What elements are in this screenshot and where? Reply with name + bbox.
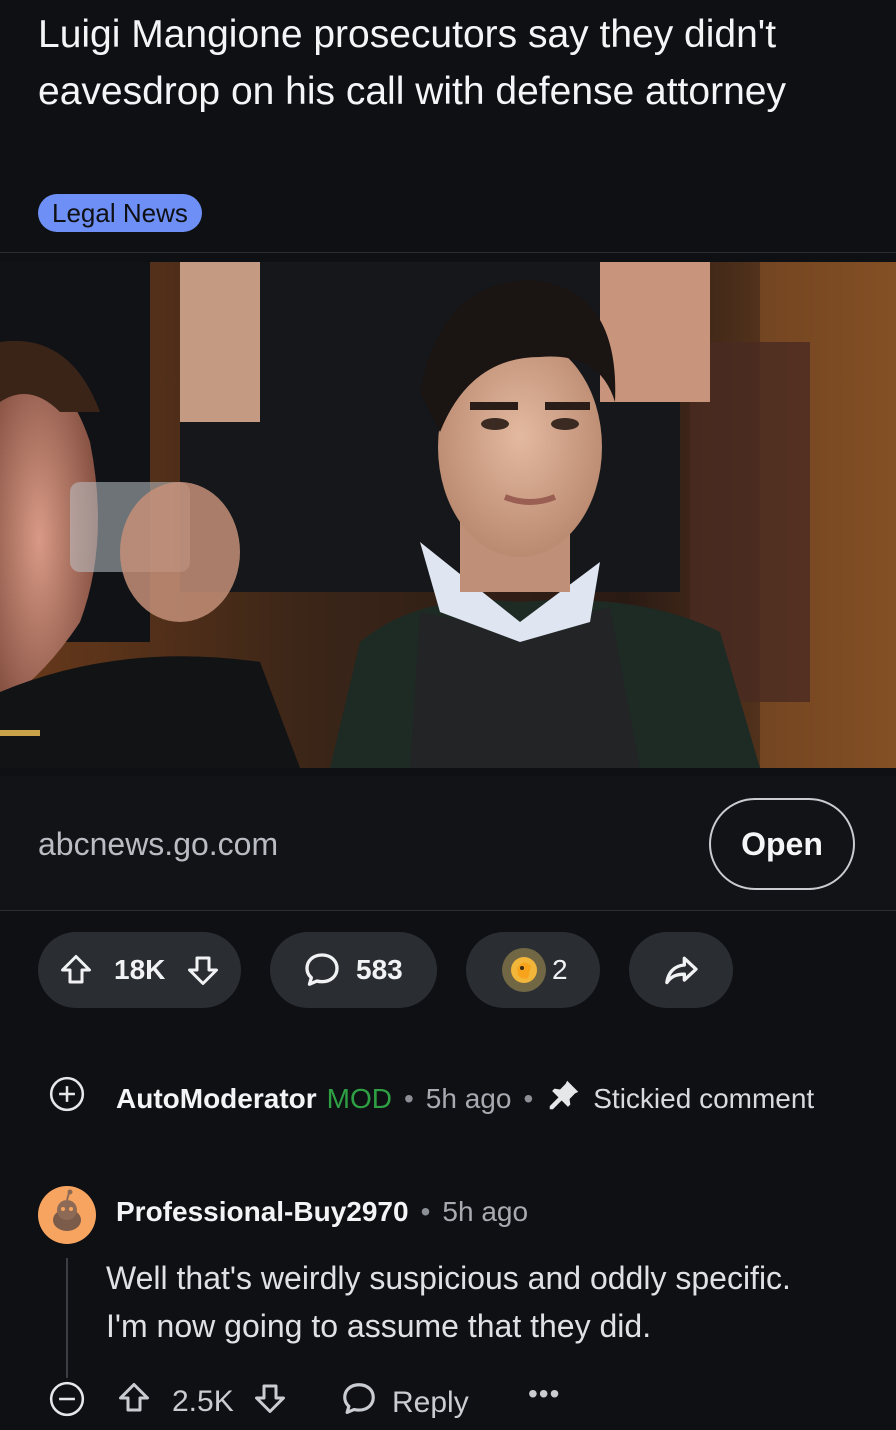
comment-time: 5h ago xyxy=(425,1082,512,1114)
post-image[interactable] xyxy=(0,262,896,768)
link-domain[interactable]: abcnews.go.com xyxy=(38,826,278,863)
pin-icon xyxy=(545,1076,583,1121)
comment-bubble-icon xyxy=(302,950,342,990)
upvote-icon[interactable] xyxy=(116,1380,152,1424)
reply-label: Reply xyxy=(392,1386,469,1419)
award-icon xyxy=(498,944,550,996)
comment-vote: 2.5K xyxy=(116,1380,288,1424)
comment-body: Well that's weirdly suspicious and oddly… xyxy=(106,1254,866,1350)
post-flair[interactable]: Legal News xyxy=(38,194,202,232)
post-title: Luigi Mangione prosecutors say they didn… xyxy=(38,13,786,113)
expand-comment-icon[interactable] xyxy=(48,1075,86,1118)
divider xyxy=(0,252,896,253)
separator-dot: • xyxy=(523,1082,534,1114)
more-options-icon[interactable]: ••• xyxy=(528,1378,560,1410)
comments-button[interactable]: 583 xyxy=(270,932,437,1008)
downvote-icon[interactable] xyxy=(185,952,221,988)
divider xyxy=(0,910,896,911)
thread-line[interactable] xyxy=(66,1258,68,1378)
comment-author[interactable]: AutoModerator xyxy=(116,1083,317,1115)
reply-bubble-icon xyxy=(340,1380,378,1426)
reply-button[interactable]: Reply xyxy=(340,1380,469,1426)
automod-comment-header[interactable]: AutoModerator MOD • 5h ago • Stickied co… xyxy=(116,1076,814,1121)
comment-body-line: I'm now going to assume that they did. xyxy=(106,1308,652,1344)
comment-body-line: Well that's weirdly suspicious and oddly… xyxy=(106,1260,791,1296)
vote-bar: 18K xyxy=(38,932,241,1008)
open-link-button[interactable]: Open xyxy=(709,798,855,890)
comment-count: 583 xyxy=(356,954,403,985)
share-button[interactable] xyxy=(629,932,733,1008)
award-count: 2 xyxy=(552,954,568,985)
upvote-icon[interactable] xyxy=(58,952,94,988)
post-score: 18K xyxy=(114,954,166,985)
share-icon xyxy=(661,950,701,990)
separator-dot: • xyxy=(420,1196,431,1227)
separator-dot: • xyxy=(403,1082,414,1114)
collapse-comment-icon[interactable] xyxy=(48,1380,86,1423)
comment-header[interactable]: Professional-Buy2970 • 5h ago xyxy=(116,1196,528,1228)
downvote-icon[interactable] xyxy=(252,1380,288,1424)
stickied-label: Stickied comment xyxy=(593,1082,815,1114)
mod-badge: MOD xyxy=(326,1082,392,1114)
comment-author[interactable]: Professional-Buy2970 xyxy=(116,1196,409,1228)
comment-score: 2.5K xyxy=(172,1385,234,1418)
avatar[interactable] xyxy=(38,1186,96,1249)
award-button[interactable]: 2 xyxy=(466,932,600,1008)
comment-time: 5h ago xyxy=(442,1196,529,1227)
